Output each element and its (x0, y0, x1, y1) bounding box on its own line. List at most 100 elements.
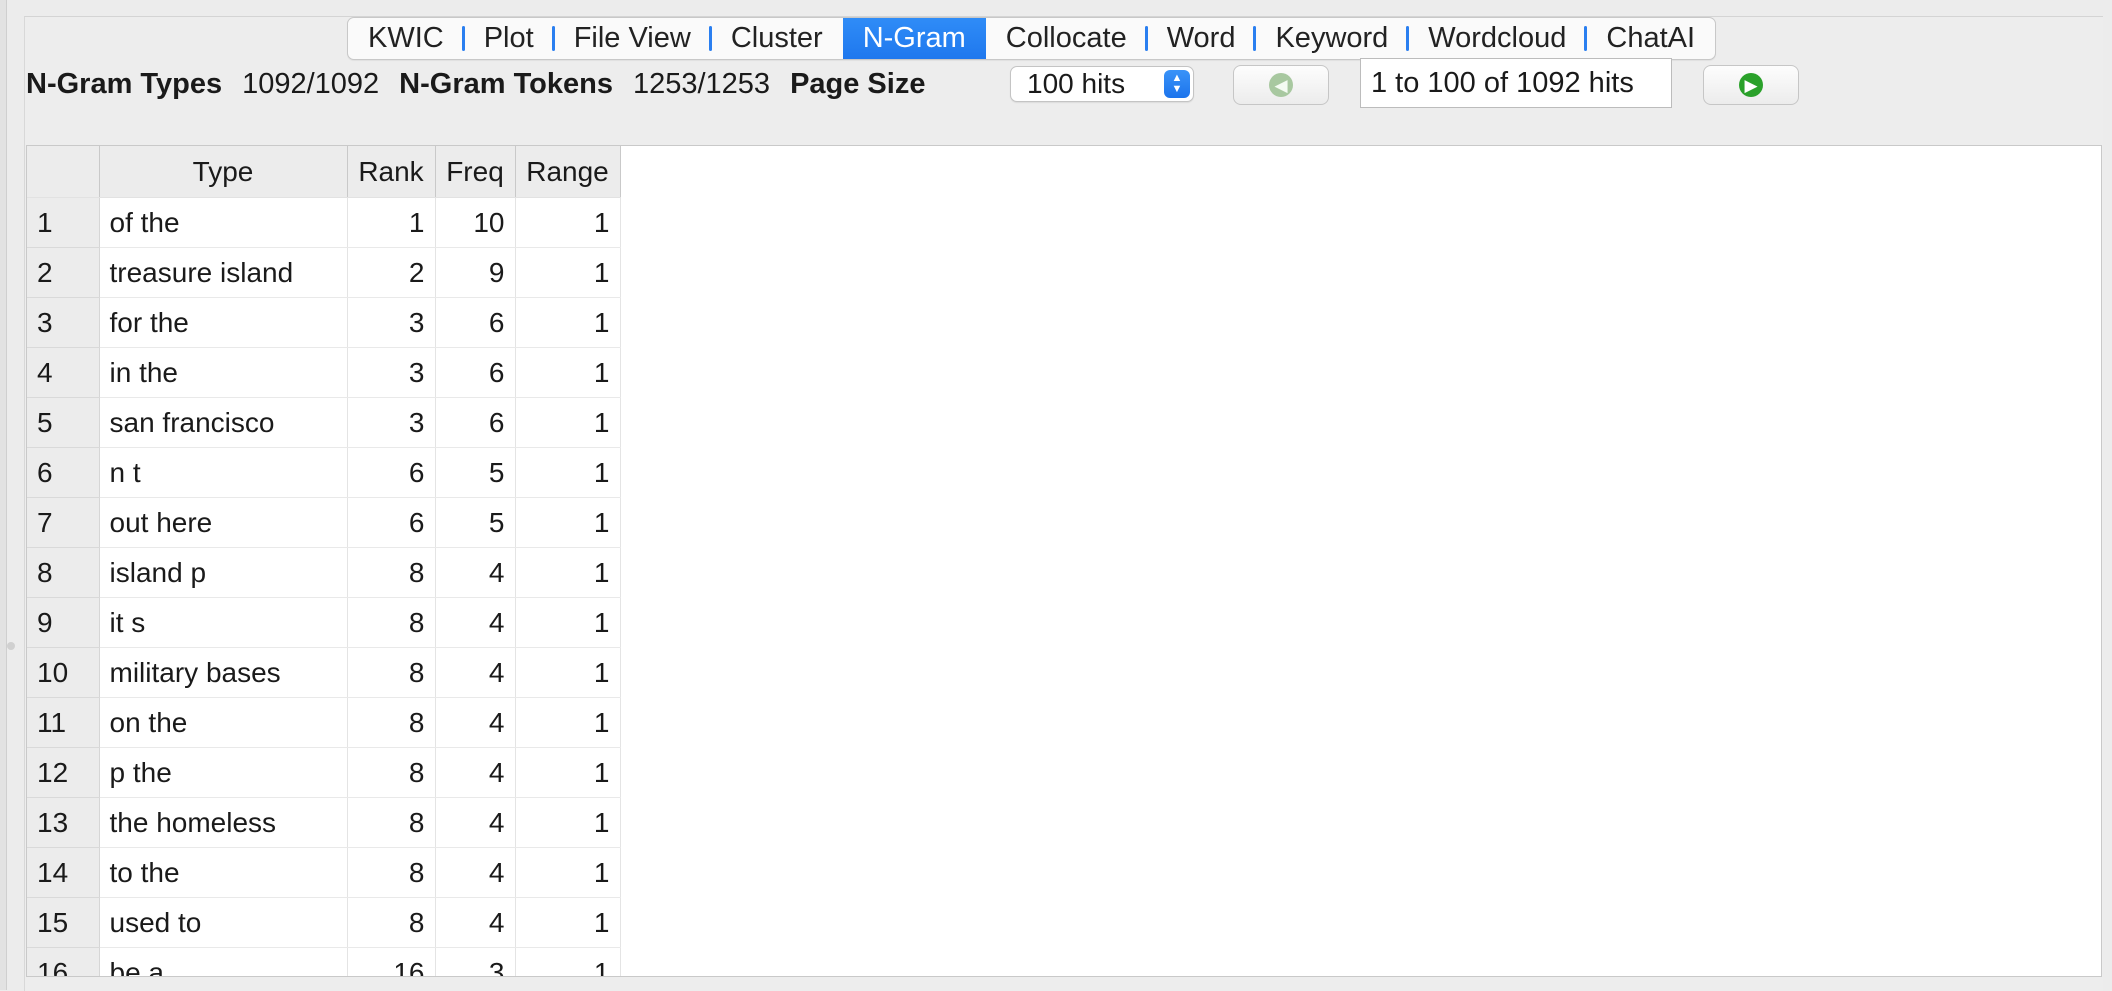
table-row[interactable]: 9 it s841 (27, 597, 621, 648)
freq-cell: 6 (435, 297, 516, 348)
range-cell: 1 (515, 347, 621, 398)
header-rank[interactable]: Rank (347, 146, 436, 198)
freq-cell: 4 (435, 597, 516, 648)
table-row[interactable]: 2 treasure island 2 9 1 (27, 247, 621, 298)
row-number: 15 (27, 897, 100, 948)
previous-page-button[interactable]: ◀ (1233, 65, 1329, 105)
range-cell: 1 (515, 497, 621, 548)
rank-cell: 3 (347, 297, 436, 348)
tab-cluster[interactable]: Cluster (711, 18, 843, 59)
type-cell: p the (99, 747, 348, 798)
rank-cell: 8 (347, 597, 436, 648)
rank-cell: 3 (347, 347, 436, 398)
range-cell: 1 (515, 847, 621, 898)
table-row[interactable]: 11 on the 8 4 1 (27, 697, 621, 748)
range-cell: 1 (515, 797, 621, 848)
row-number: 5 (27, 397, 100, 448)
type-cell: in the (99, 347, 348, 398)
type-cell: san francisco (99, 397, 348, 448)
range-cell: 1 (515, 747, 621, 798)
rank-cell: 16 (347, 947, 436, 976)
table-row[interactable]: 16 be a 16 3 1 (27, 947, 621, 976)
rank-cell: 1 (347, 197, 436, 248)
range-cell: 1 (515, 247, 621, 298)
type-cell: island p (99, 547, 348, 598)
row-number: 2 (27, 247, 100, 298)
range-cell: 1 (515, 697, 621, 748)
tab-keyword[interactable]: Keyword (1255, 18, 1410, 59)
table-row[interactable]: 3 for the 3 6 1 (27, 297, 621, 348)
table-row[interactable]: 6n t651 (27, 447, 621, 498)
ngram-types-label: N-Gram Types (26, 67, 223, 100)
next-page-button[interactable]: ▶ (1703, 65, 1799, 105)
rank-cell: 8 (347, 647, 436, 698)
type-cell: n t (99, 447, 348, 498)
rank-cell: 8 (347, 797, 436, 848)
freq-cell: 4 (435, 647, 516, 698)
arrow-right-icon: ▶ (1739, 73, 1763, 97)
table-row[interactable]: 4 in the 3 6 1 (27, 347, 621, 398)
tab-kwic[interactable]: KWIC (348, 18, 465, 59)
header-rownum (27, 146, 100, 198)
tab-wordcloud[interactable]: Wordcloud (1408, 18, 1588, 59)
header-type[interactable]: Type (99, 146, 348, 198)
row-number: 4 (27, 347, 100, 398)
row-number: 10 (27, 647, 100, 698)
range-cell: 1 (515, 647, 621, 698)
table-row[interactable]: 13 the homeless 8 4 1 (27, 797, 621, 848)
row-number: 8 (27, 547, 100, 598)
ngram-types-value: 1092/1092 (242, 67, 380, 100)
tab-chatai[interactable]: ChatAI (1586, 18, 1715, 59)
page-range-field[interactable]: 1 to 100 of 1092 hits (1360, 58, 1672, 108)
table-row[interactable]: 7 out here 6 5 1 (27, 497, 621, 548)
type-cell: of the (99, 197, 348, 248)
select-stepper-icon[interactable]: ▲ ▼ (1164, 70, 1190, 98)
table-row[interactable]: 8 island p841 (27, 547, 621, 598)
rank-cell: 8 (347, 897, 436, 948)
rank-cell: 2 (347, 247, 436, 298)
type-cell: out here (99, 497, 348, 548)
resize-handle[interactable] (7, 642, 15, 650)
ngram-results-table: Type Rank Freq Range 1 of the 1 10 1 2 treasur… (26, 145, 2102, 977)
page-size-select[interactable]: 100 hits ▲ ▼ (1010, 66, 1194, 102)
type-cell: used to (99, 897, 348, 948)
header-range[interactable]: Range (515, 146, 621, 198)
row-number: 12 (27, 747, 100, 798)
tab-plot[interactable]: Plot (464, 18, 555, 59)
freq-cell: 6 (435, 397, 516, 448)
rank-cell: 8 (347, 547, 436, 598)
freq-cell: 10 (435, 197, 516, 248)
row-number: 14 (27, 847, 100, 898)
table-row[interactable]: 14 to the 8 4 1 (27, 847, 621, 898)
ngram-tokens-value: 1253/1253 (632, 67, 771, 100)
rank-cell: 6 (347, 447, 436, 498)
table-row[interactable]: 10 military bases 8 4 1 (27, 647, 621, 698)
row-number: 7 (27, 497, 100, 548)
header-freq[interactable]: Freq (435, 146, 516, 198)
freq-cell: 6 (435, 347, 516, 398)
row-number: 3 (27, 297, 100, 348)
type-cell: be a (99, 947, 348, 976)
freq-cell: 4 (435, 697, 516, 748)
table-row[interactable]: 5 san francisco 3 6 1 (27, 397, 621, 448)
freq-cell: 4 (435, 897, 516, 948)
table-row[interactable]: 12 p the 8 4 1 (27, 747, 621, 798)
type-cell: for the (99, 297, 348, 348)
range-cell: 1 (515, 197, 621, 248)
table-row[interactable]: 1 of the 1 10 1 (27, 197, 621, 248)
range-cell: 1 (515, 947, 621, 976)
tab-file-view[interactable]: File View (554, 18, 712, 59)
rank-cell: 8 (347, 697, 436, 748)
row-number: 9 (27, 597, 100, 648)
ngram-tokens-label: N-Gram Tokens (399, 67, 613, 100)
tab-collocate[interactable]: Collocate (986, 18, 1148, 59)
rank-cell: 3 (347, 397, 436, 448)
freq-cell: 5 (435, 447, 516, 498)
tab-n-gram[interactable]: N-Gram (842, 18, 986, 59)
range-cell: 1 (515, 297, 621, 348)
rank-cell: 8 (347, 747, 436, 798)
type-cell: the homeless (99, 797, 348, 848)
freq-cell: 4 (435, 847, 516, 898)
table-row[interactable]: 15 used to 8 4 1 (27, 897, 621, 948)
tab-word[interactable]: Word (1147, 18, 1257, 59)
